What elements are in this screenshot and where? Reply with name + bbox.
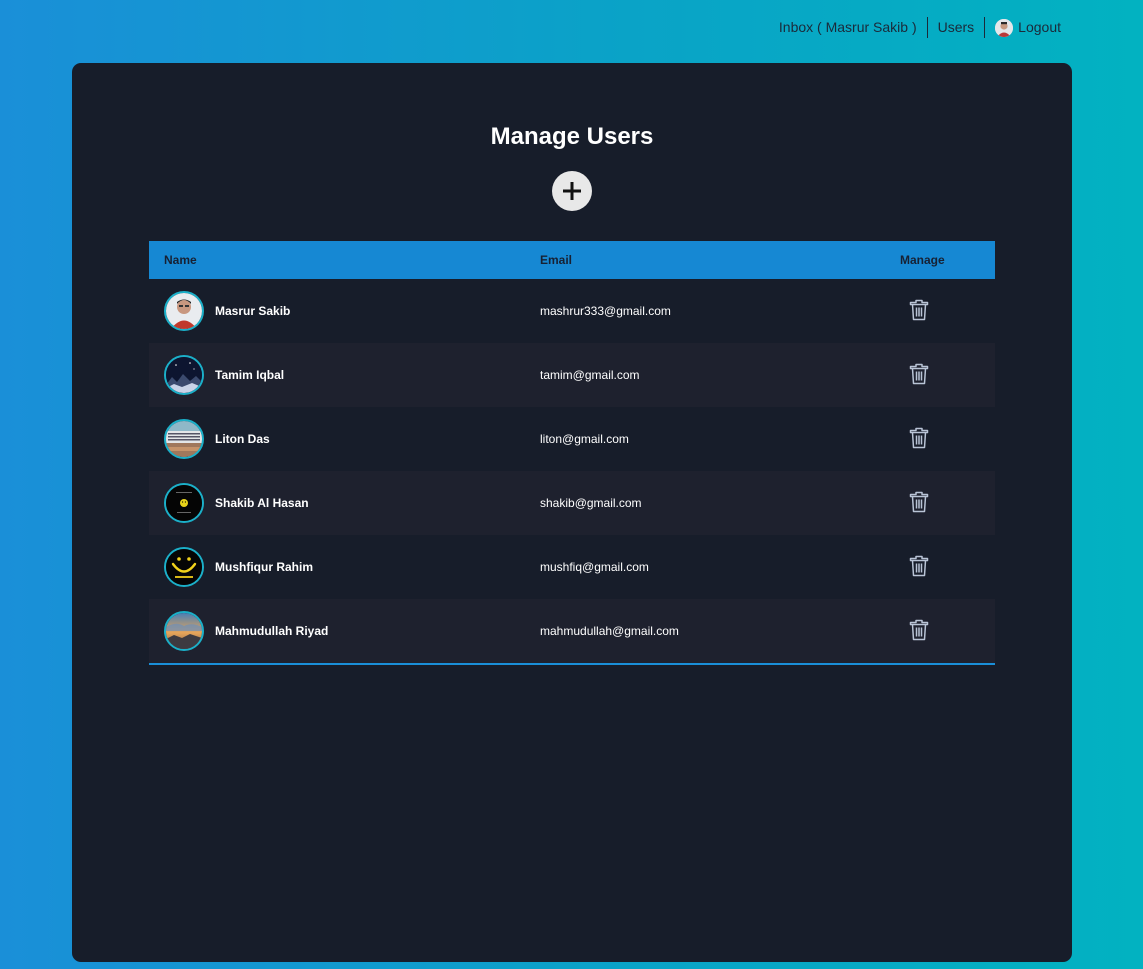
manage-users-panel: Manage Users Name Email Manage Masrur Sa… bbox=[72, 63, 1072, 962]
header-email: Email bbox=[540, 253, 573, 267]
user-avatar bbox=[164, 291, 204, 331]
trash-icon[interactable] bbox=[909, 491, 929, 513]
user-name: Masrur Sakib bbox=[215, 304, 291, 318]
table-row: Mushfiqur Rahim mushfiq@gmail.com bbox=[149, 535, 995, 599]
user-email: tamim@gmail.com bbox=[540, 368, 640, 382]
user-avatar bbox=[164, 611, 204, 651]
trash-icon[interactable] bbox=[909, 363, 929, 385]
user-avatar bbox=[164, 355, 204, 395]
header-manage: Manage bbox=[900, 253, 945, 267]
table-header: Name Email Manage bbox=[149, 241, 995, 279]
trash-icon[interactable] bbox=[909, 619, 929, 641]
inbox-link[interactable]: Inbox ( Masrur Sakib ) bbox=[779, 17, 917, 38]
nav-divider bbox=[926, 17, 928, 38]
table-row: Tamim Iqbal tamim@gmail.com bbox=[149, 343, 995, 407]
add-user-button[interactable] bbox=[552, 171, 592, 211]
user-avatar bbox=[164, 547, 204, 587]
user-email: liton@gmail.com bbox=[540, 432, 629, 446]
user-email: mushfiq@gmail.com bbox=[540, 560, 649, 574]
logout-label: Logout bbox=[1018, 19, 1061, 35]
plus-icon bbox=[563, 182, 581, 200]
trash-icon[interactable] bbox=[909, 427, 929, 449]
user-avatar bbox=[164, 419, 204, 459]
user-email: shakib@gmail.com bbox=[540, 496, 642, 510]
user-avatar bbox=[995, 18, 1014, 37]
top-navigation: Inbox ( Masrur Sakib ) Users Logout bbox=[779, 17, 1061, 38]
trash-icon[interactable] bbox=[909, 555, 929, 577]
user-name: Shakib Al Hasan bbox=[215, 496, 309, 510]
table-row: Mahmudullah Riyad mahmudullah@gmail.com bbox=[149, 599, 995, 663]
trash-icon[interactable] bbox=[909, 299, 929, 321]
user-email: mashrur333@gmail.com bbox=[540, 304, 671, 318]
users-link[interactable]: Users bbox=[938, 17, 975, 38]
logout-link[interactable]: Logout bbox=[995, 17, 1061, 38]
user-name: Mushfiqur Rahim bbox=[215, 560, 313, 574]
page-title: Manage Users bbox=[490, 123, 654, 150]
user-name: Mahmudullah Riyad bbox=[215, 624, 329, 638]
user-avatar bbox=[164, 483, 204, 523]
nav-divider bbox=[984, 17, 986, 38]
table-row: Masrur Sakib mashrur333@gmail.com bbox=[149, 279, 995, 343]
user-name: Tamim Iqbal bbox=[215, 368, 285, 382]
users-table: Name Email Manage Masrur Sakib mashrur33… bbox=[149, 241, 995, 665]
user-email: mahmudullah@gmail.com bbox=[540, 624, 679, 638]
table-row: Liton Das liton@gmail.com bbox=[149, 407, 995, 471]
table-row: Shakib Al Hasan shakib@gmail.com bbox=[149, 471, 995, 535]
user-name: Liton Das bbox=[215, 432, 270, 446]
header-name: Name bbox=[164, 253, 197, 267]
